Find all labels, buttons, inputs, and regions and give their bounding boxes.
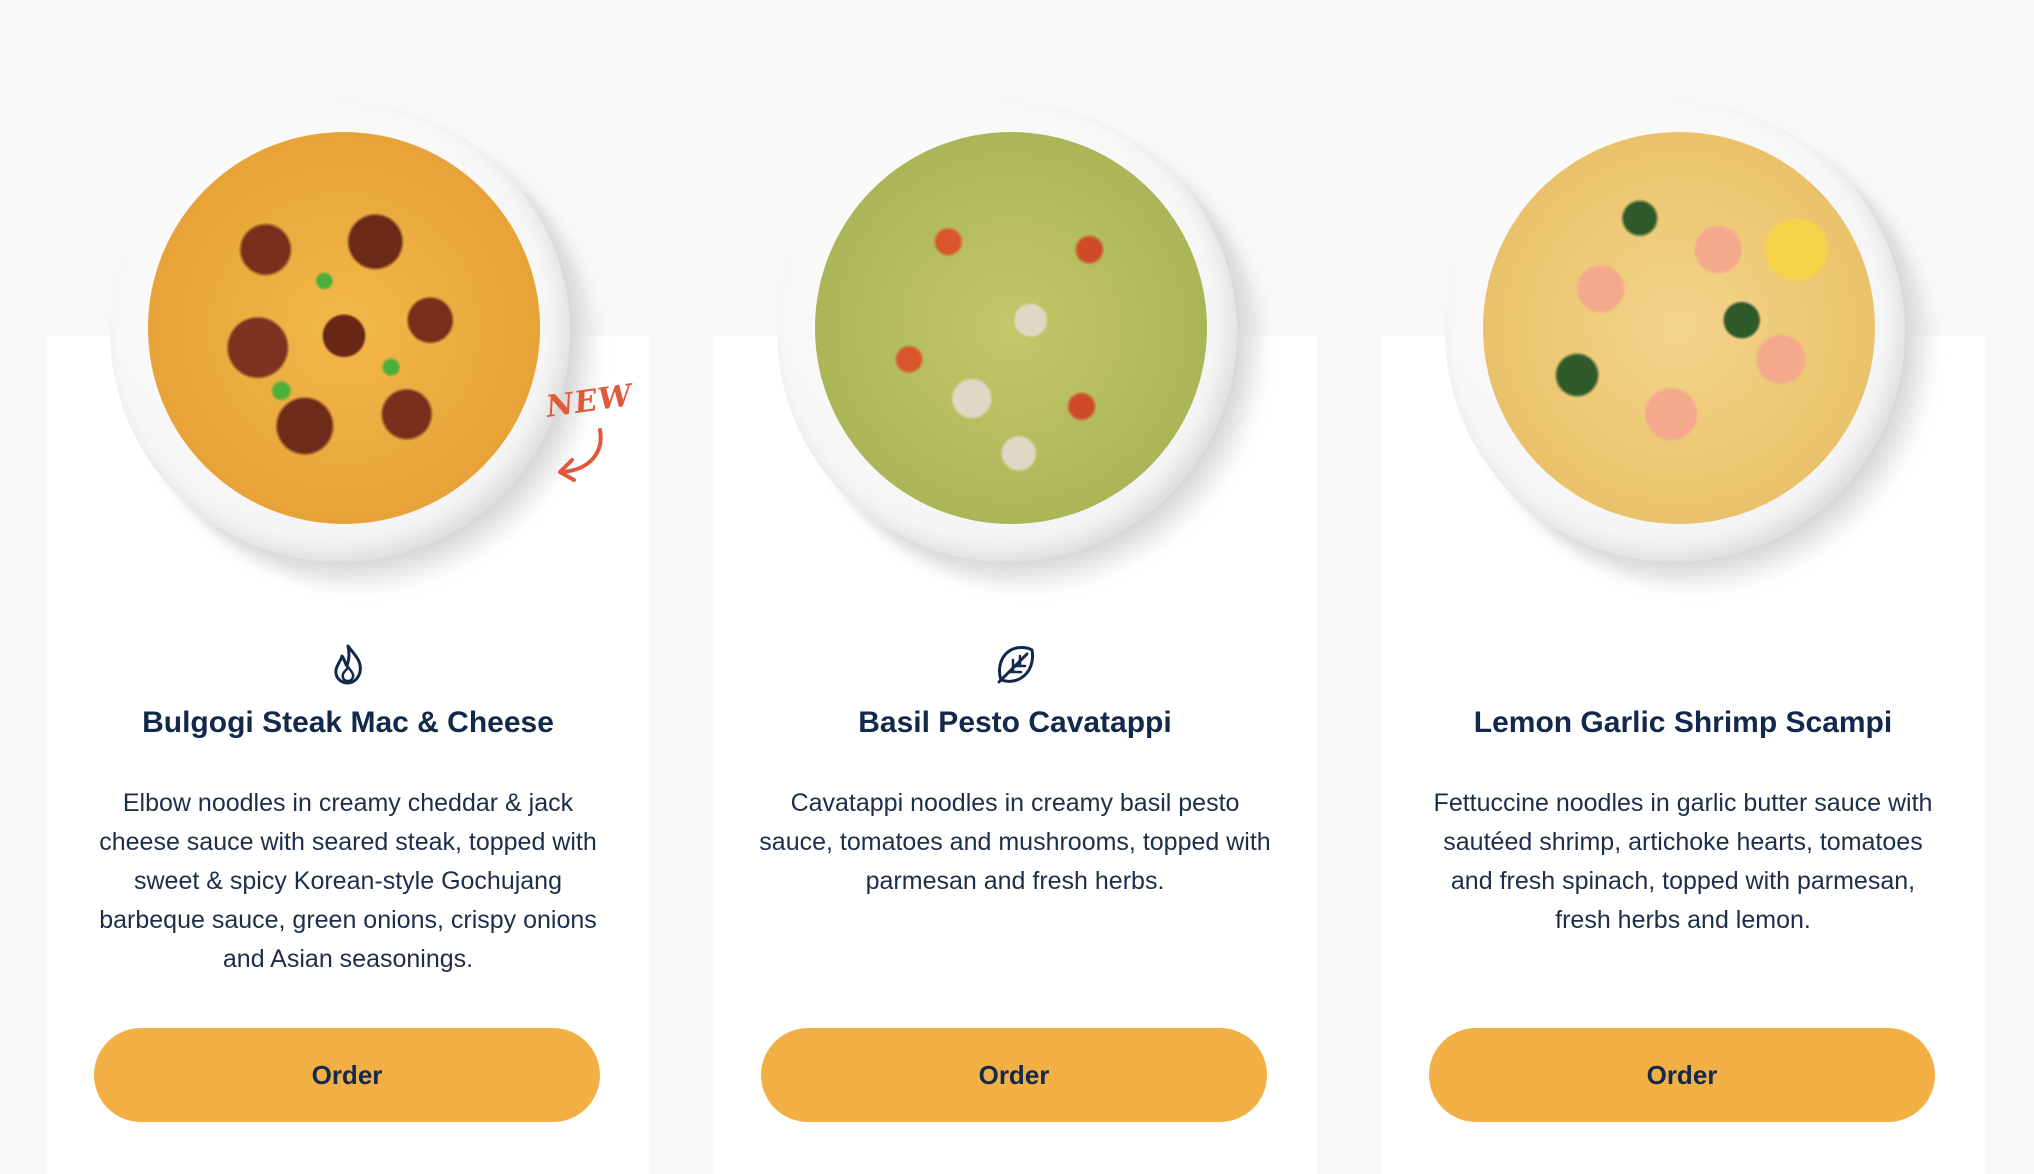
order-button[interactable]: Order [1429,1028,1935,1122]
mac-and-cheese-photo [148,132,540,524]
menu-card: Lemon Garlic Shrimp Scampi Fettuccine no… [1381,102,1985,1174]
dish-image[interactable] [110,102,600,592]
menu-card: NEW Bulgogi Steak Mac & Cheese Elbow noo… [46,102,650,1174]
dish-title: Bulgogi Steak Mac & Cheese [142,706,554,739]
dish-description: Elbow noodles in creamy cheddar & jack c… [99,789,597,973]
flame-icon [334,644,362,685]
dish-title: Lemon Garlic Shrimp Scampi [1473,706,1893,739]
menu-card: Basil Pesto Cavatappi Cavatappi noodles … [713,102,1317,1174]
order-button[interactable]: Order [761,1028,1267,1122]
dish-description: Cavatappi noodles in creamy basil pesto … [759,789,1271,895]
dish-image[interactable] [777,102,1267,592]
new-badge: NEW [544,378,635,482]
curved-arrow-icon [558,428,603,482]
new-badge-label: NEW [543,378,635,425]
dish-title: Basil Pesto Cavatappi [858,706,1172,739]
pesto-cavatappi-photo [815,132,1207,524]
dish-image[interactable] [1445,102,1935,592]
order-button[interactable]: Order [94,1028,600,1122]
dish-description: Fettuccine noodles in garlic butter sauc… [1433,789,1933,934]
leaf-icon [997,645,1035,684]
shrimp-scampi-photo [1483,132,1875,524]
